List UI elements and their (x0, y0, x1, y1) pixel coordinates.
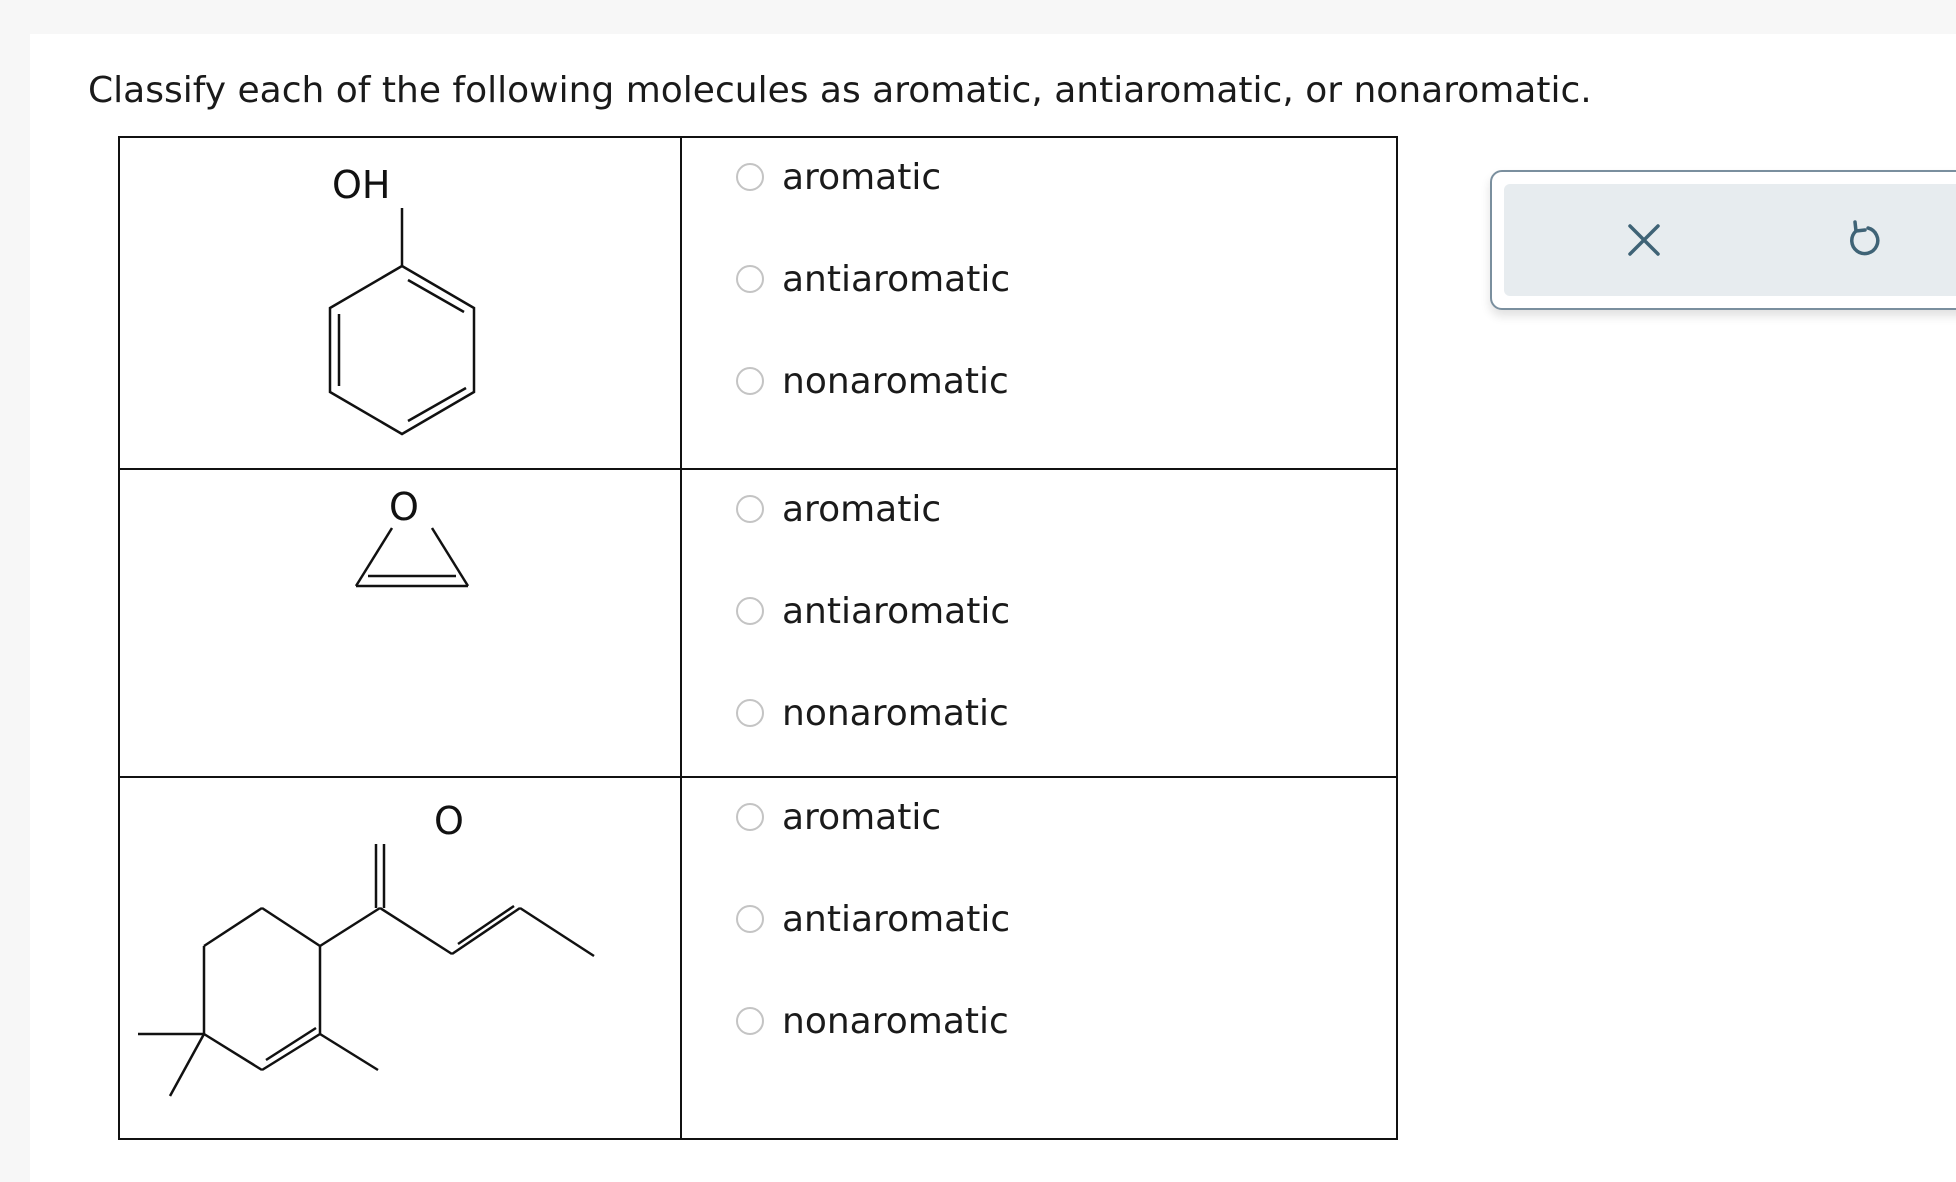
radio-group: aromatic antiaromatic nonaromatic (736, 152, 1010, 406)
option-label: nonaromatic (782, 692, 1009, 734)
radio-button[interactable] (736, 905, 764, 933)
table-row: O aromatic antiaromatic nonaromatic (118, 468, 1398, 778)
radio-button[interactable] (736, 163, 764, 191)
radio-group: aromatic antiaromatic nonaromatic (736, 484, 1010, 738)
option-label: antiaromatic (782, 258, 1011, 300)
question-prompt: Classify each of the following molecules… (88, 70, 1592, 111)
option-aromatic[interactable]: aromatic (736, 152, 1010, 202)
radio-group: aromatic antiaromatic nonaromatic (736, 792, 1010, 1046)
option-label: aromatic (782, 488, 942, 530)
atom-label-o: O (434, 799, 464, 843)
option-antiaromatic[interactable]: antiaromatic (736, 254, 1010, 304)
radio-button[interactable] (736, 803, 764, 831)
radio-button[interactable] (736, 367, 764, 395)
option-label: antiaromatic (782, 590, 1011, 632)
option-antiaromatic[interactable]: antiaromatic (736, 586, 1010, 636)
table-row: OH aromatic antiaromatic nonaromatic (118, 136, 1398, 470)
radio-button[interactable] (736, 495, 764, 523)
cyclohexenyl-enone-structure: O (138, 799, 595, 1097)
option-aromatic[interactable]: aromatic (736, 484, 1010, 534)
molecule-cell: OH (118, 136, 682, 470)
undo-button[interactable] (1824, 184, 1904, 296)
option-nonaromatic[interactable]: nonaromatic (736, 996, 1010, 1046)
options-cell: aromatic antiaromatic nonaromatic (680, 468, 1398, 778)
option-label: nonaromatic (782, 360, 1009, 402)
radio-button[interactable] (736, 1007, 764, 1035)
radio-button[interactable] (736, 597, 764, 625)
atom-label-oh: OH (332, 163, 390, 207)
oxirene-structure: O (354, 485, 470, 588)
atom-label-o: O (389, 485, 419, 529)
phenol-structure: OH (328, 163, 476, 436)
option-antiaromatic[interactable]: antiaromatic (736, 894, 1010, 944)
toolbox-bar (1504, 184, 1956, 296)
option-aromatic[interactable]: aromatic (736, 792, 1010, 842)
option-nonaromatic[interactable]: nonaromatic (736, 688, 1010, 738)
option-label: nonaromatic (782, 1000, 1009, 1042)
clear-button[interactable] (1604, 184, 1684, 296)
close-icon (1628, 224, 1660, 256)
classification-table: OH aromatic antiaromatic nonaromatic O a… (118, 136, 1398, 1140)
radio-button[interactable] (736, 699, 764, 727)
undo-icon (1850, 220, 1880, 256)
molecule-cell: O (118, 468, 682, 778)
table-row: O aromatic antiaromatic nonaromatic (118, 776, 1398, 1140)
options-cell: aromatic antiaromatic nonaromatic (680, 776, 1398, 1140)
option-label: aromatic (782, 156, 942, 198)
option-nonaromatic[interactable]: nonaromatic (736, 356, 1010, 406)
option-label: antiaromatic (782, 898, 1011, 940)
answer-toolbox (1490, 170, 1956, 310)
options-cell: aromatic antiaromatic nonaromatic (680, 136, 1398, 470)
radio-button[interactable] (736, 265, 764, 293)
molecule-cell: O (118, 776, 682, 1140)
option-label: aromatic (782, 796, 942, 838)
